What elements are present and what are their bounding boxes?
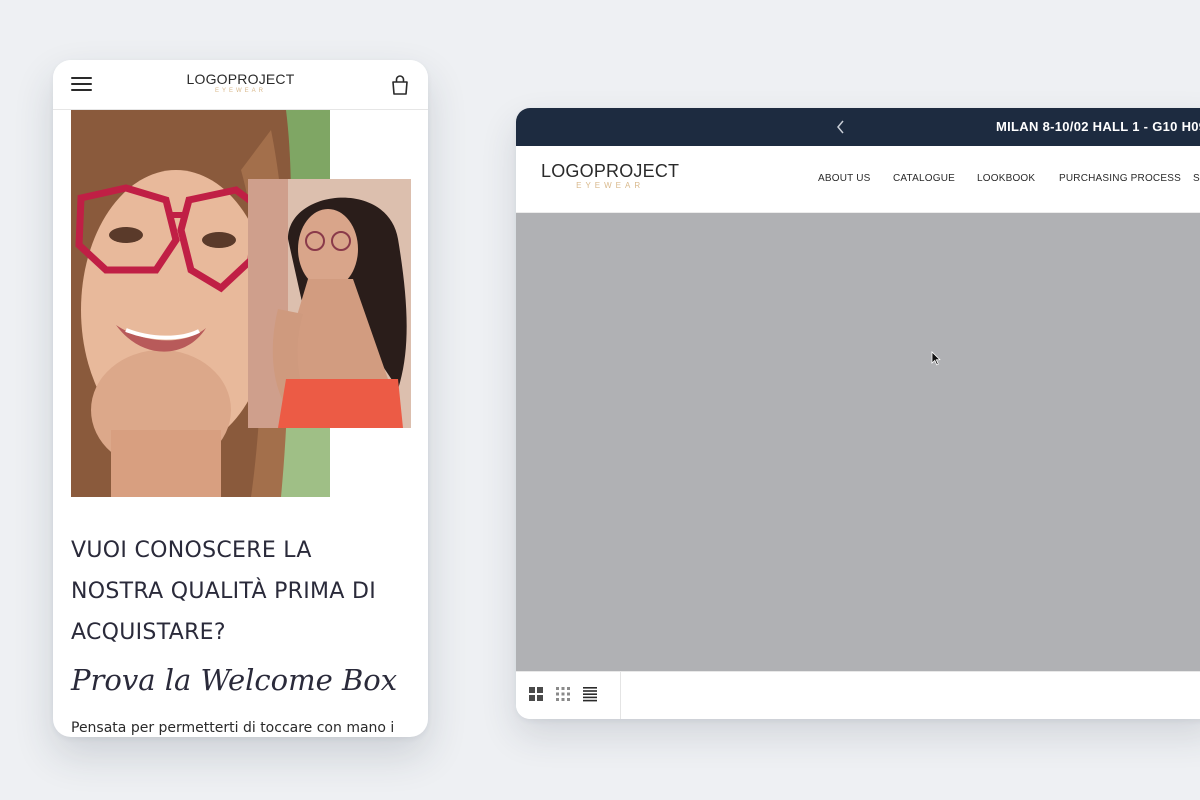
announcement-text: MILAN 8-10/02 HALL 1 - G10 H09 xyxy=(996,119,1200,134)
logo-subtitle: EYEWEAR xyxy=(214,88,266,94)
nav-catalogue[interactable]: CATALOGUE xyxy=(893,173,955,184)
desktop-navbar: LOGOPROJECT EYEWEAR ABOUT US CATALOGUE L… xyxy=(516,146,1200,213)
desktop-preview: MILAN 8-10/02 HALL 1 - G10 H09 LOGOPROJE… xyxy=(516,108,1200,719)
nav-about-us[interactable]: ABOUT US xyxy=(818,173,871,184)
chevron-left-icon[interactable] xyxy=(834,119,848,135)
desktop-logo[interactable]: LOGOPROJECT EYEWEAR xyxy=(541,162,679,190)
mouse-cursor-icon xyxy=(931,351,941,366)
logo-subtitle: EYEWEAR xyxy=(576,181,645,190)
nav-lookbook[interactable]: LOOKBOOK xyxy=(977,173,1035,184)
mobile-preview: LOGOPROJECT EYEWEAR VUOI CONOSCERE LA NO… xyxy=(53,60,428,737)
grid-small-icon[interactable] xyxy=(555,686,571,702)
hero-collage xyxy=(71,110,411,498)
nav-se[interactable]: SE xyxy=(1193,173,1200,184)
announcement-bar: MILAN 8-10/02 HALL 1 - G10 H09 xyxy=(516,108,1200,146)
shopping-bag-icon[interactable] xyxy=(390,74,410,96)
toolbar-divider xyxy=(620,672,621,719)
grid-large-icon[interactable] xyxy=(528,686,544,702)
model-photo-orange-dress xyxy=(248,179,411,428)
nav-purchasing-process[interactable]: PURCHASING PROCESS xyxy=(1059,173,1181,184)
logo-wordmark: LOGOPROJECT xyxy=(186,71,295,87)
content-placeholder xyxy=(516,213,1200,671)
welcome-heading: VUOI CONOSCERE LA NOSTRA QUALITÀ PRIMA D… xyxy=(71,538,376,645)
logo-wordmark: LOGOPROJECT xyxy=(541,161,680,181)
mobile-header: LOGOPROJECT EYEWEAR xyxy=(53,60,428,110)
welcome-paragraph: Pensata per permetterti di toccare con m… xyxy=(71,720,395,736)
view-toolbar xyxy=(516,671,1200,719)
welcome-box-title: Prova la Welcome Box xyxy=(71,663,398,697)
list-icon[interactable] xyxy=(582,686,598,702)
mobile-logo[interactable]: LOGOPROJECT EYEWEAR xyxy=(53,72,428,94)
